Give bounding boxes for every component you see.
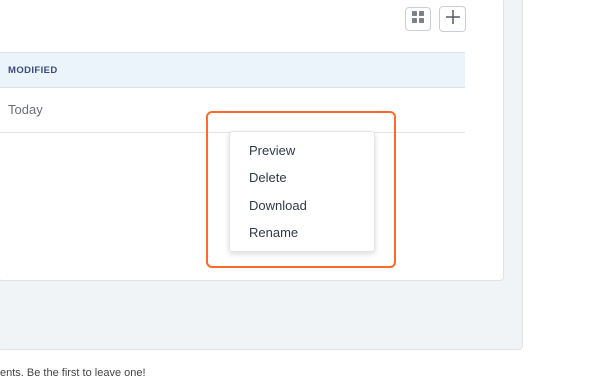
add-button[interactable] bbox=[439, 6, 466, 32]
grid-icon bbox=[412, 10, 424, 28]
table-row[interactable]: Today bbox=[0, 88, 465, 133]
menu-item-delete[interactable]: Delete bbox=[230, 164, 374, 191]
context-menu: Preview Delete Download Rename bbox=[229, 131, 375, 252]
plus-icon bbox=[445, 9, 461, 30]
grid-view-button[interactable] bbox=[405, 7, 431, 31]
menu-item-preview[interactable]: Preview bbox=[230, 137, 374, 164]
menu-item-rename[interactable]: Rename bbox=[230, 219, 374, 246]
column-header-modified[interactable]: MODIFIED bbox=[8, 65, 58, 76]
menu-item-download[interactable]: Download bbox=[230, 192, 374, 219]
modified-cell: Today bbox=[8, 102, 43, 117]
comments-empty-text: ents. Be the first to leave one! bbox=[0, 367, 146, 379]
table-header: MODIFIED bbox=[0, 52, 465, 88]
